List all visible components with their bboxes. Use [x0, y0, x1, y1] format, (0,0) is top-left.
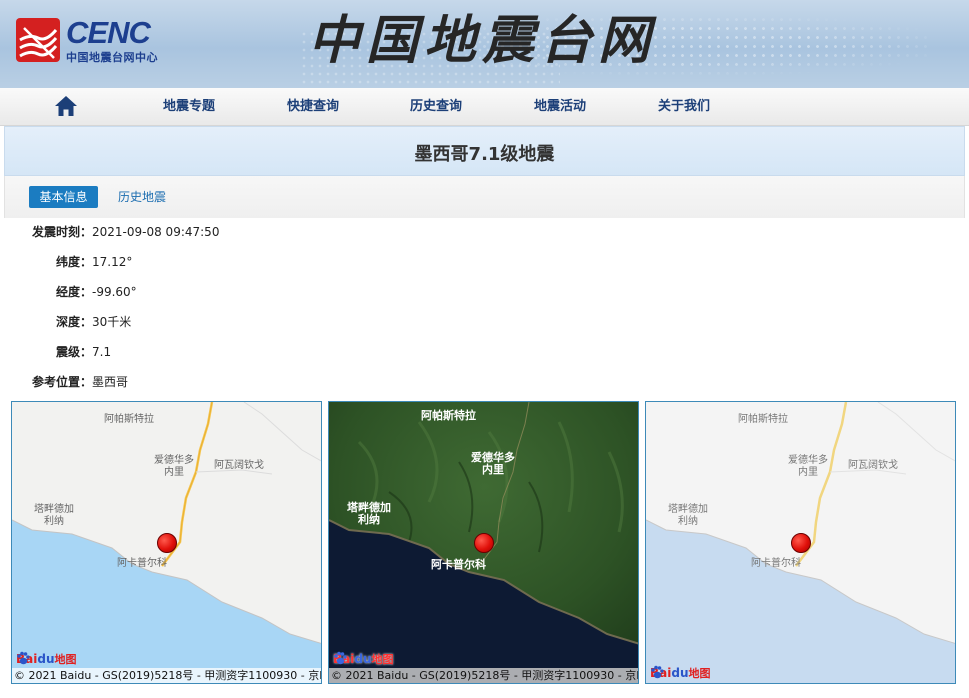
- map-label-tabede-line2: 利纳: [44, 516, 64, 527]
- depth-label: 深度：: [55, 315, 92, 329]
- baidu-paw-icon-light: [651, 665, 664, 679]
- earthquake-info-list: 发震时刻：2021-09-08 09:47:50 纬度：17.12° 经度：-9…: [4, 218, 965, 398]
- map-label-ederhua-light: 爱德华多 内里: [788, 455, 828, 479]
- map-label-apaseo-sat: 阿帕斯特拉: [421, 409, 476, 422]
- map-label-ederhua-light-line1: 爱德华多: [788, 455, 828, 466]
- map-label-acapulco-sat: 阿卡普尔科: [431, 558, 486, 571]
- map-label-awaga-light: 阿瓦阔钦戈: [848, 460, 898, 471]
- baidu-map-logo-sat[interactable]: Bai du地图: [333, 651, 394, 667]
- nav-item-history-search[interactable]: 历史查询: [410, 88, 462, 126]
- map-label-tabede-light-line1: 塔畔德加: [668, 504, 708, 515]
- info-row-depth: 深度：30千米: [4, 312, 131, 332]
- nav-item-earthquake-topics[interactable]: 地震专题: [163, 88, 215, 126]
- map-label-ederhua: 爱德华多 内里: [154, 455, 194, 479]
- map-label-acapulco-light: 阿卡普尔科: [751, 558, 801, 569]
- location-label: 参考位置：: [31, 375, 92, 389]
- info-row-location: 参考位置：墨西哥: [4, 372, 128, 392]
- map-label-tabede-sat: 塔畔德加 利纳: [347, 502, 391, 526]
- cenc-logo-icon: [16, 18, 60, 62]
- baidu-map-logo[interactable]: Bai du地图: [16, 651, 77, 667]
- map-light[interactable]: 阿帕斯特拉 爱德华多 内里 阿瓦阔钦戈 塔畔德加 利纳 阿卡普尔科 Bai du地图: [645, 401, 956, 684]
- tab-bar: 基本信息 历史地震: [4, 176, 965, 218]
- cenc-logo[interactable]: CENC 中国地震台网中心: [16, 16, 191, 68]
- logo-wordmark: CENC: [66, 15, 151, 50]
- map-label-awaga: 阿瓦阔钦戈: [214, 460, 264, 471]
- baidu-paw-icon-sat: [334, 651, 347, 665]
- info-row-time: 发震时刻：2021-09-08 09:47:50: [4, 222, 219, 242]
- site-title: 中国地震台网: [308, 10, 657, 71]
- info-row-longitude: 经度：-99.60°: [4, 282, 137, 302]
- magnitude-label: 震级：: [55, 345, 92, 359]
- map-label-tabede: 塔畔德加 利纳: [34, 504, 74, 528]
- baidu-logo-text-b-light: du: [671, 666, 689, 680]
- nav-item-about-us[interactable]: 关于我们: [658, 88, 710, 126]
- tab-basic-info[interactable]: 基本信息: [29, 186, 98, 208]
- info-row-latitude: 纬度：17.12°: [4, 252, 132, 272]
- baidu-map-logo-light[interactable]: Bai du地图: [650, 665, 711, 681]
- depth-value: 30千米: [92, 315, 132, 329]
- page-title-bar: 墨西哥7.1级地震: [4, 126, 965, 176]
- nav-item-earthquake-activity[interactable]: 地震活动: [534, 88, 586, 126]
- header-banner: CENC 中国地震台网中心 中国地震台网: [0, 0, 969, 88]
- latitude-label: 纬度：: [55, 255, 92, 269]
- map-label-tabede-sat-line2: 利纳: [358, 513, 380, 526]
- nav-item-quick-search[interactable]: 快捷查询: [287, 88, 339, 126]
- time-value: 2021-09-08 09:47:50: [92, 225, 220, 239]
- map-label-ederhua-sat-line2: 内里: [482, 463, 504, 476]
- logo-subtitle: 中国地震台网中心: [66, 51, 158, 64]
- map-satellite[interactable]: 阿帕斯特拉 爱德华多 内里 塔畔德加 利纳 阿卡普尔科 Bai du地图 © 2021…: [328, 401, 639, 684]
- latitude-value: 17.12°: [92, 255, 133, 269]
- earthquake-epicenter-marker-sat[interactable]: [474, 533, 494, 553]
- map-label-ederhua-sat: 爱德华多 内里: [471, 452, 515, 476]
- map-label-acapulco: 阿卡普尔科: [117, 558, 167, 569]
- home-icon[interactable]: [54, 95, 78, 117]
- map-label-ederhua-light-line2: 内里: [798, 467, 818, 478]
- map-label-ederhua-line1: 爱德华多: [154, 455, 194, 466]
- magnitude-value: 7.1: [92, 345, 112, 359]
- time-label: 发震时刻：: [31, 225, 92, 239]
- tab-history-earthquakes[interactable]: 历史地震: [118, 186, 166, 208]
- longitude-value: -99.60°: [92, 285, 137, 299]
- map-label-tabede-light: 塔畔德加 利纳: [668, 504, 708, 528]
- map-label-tabede-line1: 塔畔德加: [34, 504, 74, 515]
- baidu-logo-text-b-sat: du: [354, 652, 372, 666]
- baidu-logo-text-b: du: [37, 652, 55, 666]
- baidu-logo-text-c-sat: 地图: [371, 653, 394, 666]
- location-value: 墨西哥: [92, 375, 129, 389]
- map-label-tabede-light-line2: 利纳: [678, 516, 698, 527]
- baidu-paw-icon: [17, 651, 30, 665]
- longitude-label: 经度：: [55, 285, 92, 299]
- map-copyright: © 2021 Baidu - GS(2019)5218号 - 甲测资字11009…: [12, 668, 321, 683]
- baidu-logo-text-c-light: 地图: [688, 667, 711, 680]
- main-nav: 地震专题 快捷查询 历史查询 地震活动 关于我们: [0, 88, 969, 126]
- map-street[interactable]: 阿帕斯特拉 爱德华多 内里 阿瓦阔钦戈 塔畔德加 利纳 阿卡普尔科 Bai du地图 …: [11, 401, 322, 684]
- info-row-magnitude: 震级：7.1: [4, 342, 111, 362]
- earthquake-epicenter-marker[interactable]: [157, 533, 177, 553]
- baidu-logo-text-c: 地图: [54, 653, 77, 666]
- map-label-apaseo: 阿帕斯特拉: [104, 414, 154, 425]
- earthquake-epicenter-marker-light[interactable]: [791, 533, 811, 553]
- map-copyright-sat: © 2021 Baidu - GS(2019)5218号 - 甲测资字11009…: [329, 668, 638, 683]
- page-title: 墨西哥7.1级地震: [414, 144, 555, 165]
- map-label-ederhua-line2: 内里: [164, 467, 184, 478]
- map-label-apaseo-light: 阿帕斯特拉: [738, 414, 788, 425]
